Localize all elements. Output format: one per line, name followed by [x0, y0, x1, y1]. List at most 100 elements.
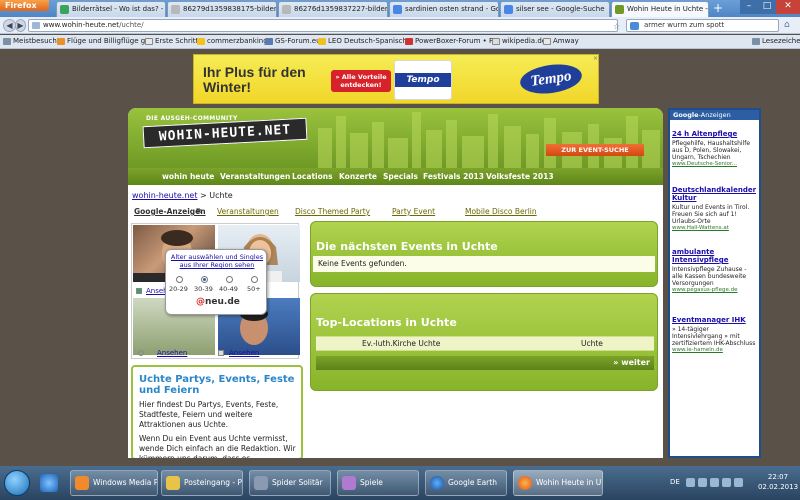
- tempo-ad-banner[interactable]: Ihr Plus für den Winter! » Alle Vorteile…: [193, 54, 599, 104]
- network-icon[interactable]: [722, 478, 731, 487]
- breadcrumb-home-link[interactable]: wohin-heute.net: [132, 191, 197, 200]
- firefox-menu-button[interactable]: Firefox: [0, 0, 49, 11]
- leo-icon: [318, 38, 326, 45]
- sidebar-ad-text: Kultur und Events in Tirol. Freuen Sie s…: [672, 204, 750, 225]
- sidebar-ad-title[interactable]: ambulante Intensivpflege: [672, 248, 758, 264]
- view-profile-link[interactable]: Ansehen: [157, 349, 187, 357]
- location-row[interactable]: Ev.-luth.Kirche Uchte Uchte: [316, 336, 654, 351]
- google-ads-label[interactable]: Google-Anzeigen: [134, 207, 206, 216]
- maximize-icon[interactable]: □: [758, 0, 776, 14]
- browser-tab[interactable]: silser see - Google-Suche: [500, 1, 610, 17]
- new-tab-button[interactable]: +: [711, 2, 725, 16]
- nav-item-veranstaltungen[interactable]: Veranstaltungen: [220, 168, 290, 185]
- browser-tab-active[interactable]: Wohin Heute in Uchte - Eve...: [611, 1, 709, 18]
- home-icon[interactable]: ⌂: [784, 20, 790, 30]
- tab-title: Bilderrätsel - Wo ist das? - S...: [72, 5, 165, 13]
- nav-item-konzerte[interactable]: Konzerte: [339, 168, 377, 185]
- ad-link[interactable]: Disco Themed Party: [295, 207, 370, 216]
- browser-tab[interactable]: 86276d1359837227-bilderra...: [278, 1, 388, 17]
- location-name[interactable]: Ev.-luth.Kirche Uchte: [362, 337, 440, 351]
- more-locations-button[interactable]: » weiter: [316, 356, 654, 370]
- taskbar-button[interactable]: Spider Solitär: [249, 470, 331, 496]
- age-radio[interactable]: [226, 276, 233, 283]
- google-ad-links: Google-Anzeigen ⧉ Veranstaltungen Disco …: [132, 207, 662, 217]
- browser-tab[interactable]: Bilderrätsel - Wo ist das? - S...: [56, 1, 166, 17]
- wiki-icon: [492, 38, 500, 45]
- sidebar-ad-title[interactable]: Deutschlandkalender Kultur: [672, 186, 758, 202]
- bookmark-item[interactable]: Meistbesucht: [3, 35, 60, 48]
- nav-item-specials[interactable]: Specials: [383, 168, 418, 185]
- bookmark-item[interactable]: LEO Deutsch-Spanisch...: [318, 35, 414, 48]
- clock[interactable]: 22:07 02.02.2013: [756, 472, 800, 492]
- sidebar-ad-url[interactable]: www.ie-hameln.de: [672, 347, 758, 354]
- ad-link[interactable]: Party Event: [392, 207, 435, 216]
- bookmark-item[interactable]: wikipedia.de: [492, 35, 546, 48]
- close-icon[interactable]: ✕: [776, 0, 800, 14]
- bookmarks-menu[interactable]: Lesezeichen: [752, 35, 800, 48]
- site-logo[interactable]: WOHIN-HEUTE.NET: [142, 117, 308, 149]
- sidebar-ad[interactable]: 24 h Altenpflege Pflegehilfe, Haushaltsh…: [672, 130, 758, 168]
- city-info-body: Hier findest Du Partys, Events, Feste, S…: [139, 400, 301, 458]
- taskbar-button[interactable]: Google Earth: [425, 470, 507, 496]
- nav-item-locations[interactable]: Locations: [292, 168, 333, 185]
- ad-link[interactable]: Veranstaltungen: [217, 207, 279, 216]
- google-ads-header[interactable]: Google-Anzeigen: [670, 110, 759, 120]
- taskbar-button[interactable]: Posteingang - Per...: [161, 470, 243, 496]
- language-indicator[interactable]: DE: [670, 478, 680, 486]
- nav-item-wohin-heute[interactable]: wohin heute: [162, 168, 214, 185]
- bookmark-item[interactable]: Amway: [543, 35, 579, 48]
- checkbox-icon[interactable]: [218, 350, 224, 356]
- ad-close-icon[interactable]: ×: [593, 56, 599, 62]
- sidebar-ad[interactable]: Eventmanager IHK » 14-tägiger Intensivle…: [672, 316, 758, 354]
- sidebar-ad[interactable]: Deutschlandkalender Kultur Kultur und Ev…: [672, 186, 758, 232]
- bookmark-item[interactable]: Flüge und Billigflüge g...: [57, 35, 152, 48]
- checkbox-icon[interactable]: [136, 288, 142, 294]
- sidebar-ad-title[interactable]: Eventmanager IHK: [672, 316, 758, 324]
- breadcrumb: wohin-heute.net > Uchte: [132, 191, 233, 200]
- nav-item-volksfeste[interactable]: Volksfeste 2013: [486, 168, 554, 185]
- tray-icon[interactable]: [698, 478, 707, 487]
- event-search-button[interactable]: ZUR EVENT-SUCHE: [546, 144, 644, 156]
- search-input[interactable]: armer wurm zum spott: [626, 19, 779, 32]
- sidebar-ad-text: Pflegehilfe, Haushaltshilfe aus D, Polen…: [672, 140, 751, 161]
- taskbar-button[interactable]: Spiele: [337, 470, 419, 496]
- sidebar-ad-title[interactable]: 24 h Altenpflege: [672, 130, 758, 138]
- browser-tab[interactable]: sardinien osten strand - Go...: [389, 1, 499, 17]
- tray-icon[interactable]: [686, 478, 695, 487]
- bookmark-label: PowerBoxer-Forum • F...: [415, 37, 499, 45]
- external-link-icon: ⧉: [196, 207, 201, 215]
- tab-title: silser see - Google-Suche: [516, 5, 605, 13]
- bookmark-label: Amway: [553, 37, 579, 45]
- nav-item-festivals[interactable]: Festivals 2013: [423, 168, 484, 185]
- volume-icon[interactable]: [734, 478, 743, 487]
- taskbar-button[interactable]: Windows Media P...: [70, 470, 158, 496]
- start-button-icon[interactable]: [4, 470, 30, 496]
- view-profile-link[interactable]: Ansehen: [229, 349, 259, 357]
- url-bar[interactable]: www.wohin-heute.net/uchte/ ☆: [28, 19, 620, 32]
- url-host: www.wohin-heute.net: [43, 21, 120, 29]
- site-header: DIE AUSGEH-COMMUNITY WOHIN-HEUTE.NET ZUR…: [128, 108, 663, 168]
- age-select-title[interactable]: Alter auswählen und Singles aus Ihrer Re…: [170, 253, 264, 269]
- play-icon[interactable]: [138, 350, 144, 356]
- bookmark-item[interactable]: commerzbanking: [197, 35, 268, 48]
- age-radio-selected[interactable]: [201, 276, 208, 283]
- ad-cta-button[interactable]: » Alle Vorteile entdecken!: [331, 70, 391, 92]
- neu-de-logo[interactable]: @neu.de: [196, 297, 240, 307]
- browser-tab[interactable]: 86279d1359838175-bilderra...: [167, 1, 277, 17]
- sidebar-ad-url[interactable]: www.Deutsche-Senior...: [672, 161, 758, 168]
- bookmark-star-icon[interactable]: ☆: [613, 21, 620, 32]
- bookmark-item[interactable]: GS-Forum.eu: [265, 35, 321, 48]
- internet-explorer-icon[interactable]: [40, 474, 58, 492]
- forward-arrow-icon[interactable]: ▶: [15, 19, 26, 32]
- bookmark-item[interactable]: Erste Schritte: [145, 35, 203, 48]
- age-radio[interactable]: [251, 276, 258, 283]
- taskbar-button-active[interactable]: Wohin Heute in U...: [513, 470, 603, 496]
- tray-icon[interactable]: [710, 478, 719, 487]
- sidebar-ad[interactable]: ambulante Intensivpflege Intensivpflege …: [672, 248, 758, 294]
- sidebar-ad-url[interactable]: www.pegasus-pflege.de: [672, 287, 758, 294]
- ad-link[interactable]: Mobile Disco Berlin: [465, 207, 537, 216]
- bookmark-item[interactable]: PowerBoxer-Forum • F...: [405, 35, 499, 48]
- minimize-icon[interactable]: –: [740, 0, 758, 14]
- age-radio[interactable]: [176, 276, 183, 283]
- sidebar-ad-url[interactable]: www.Hall-Wattens.at: [672, 225, 758, 232]
